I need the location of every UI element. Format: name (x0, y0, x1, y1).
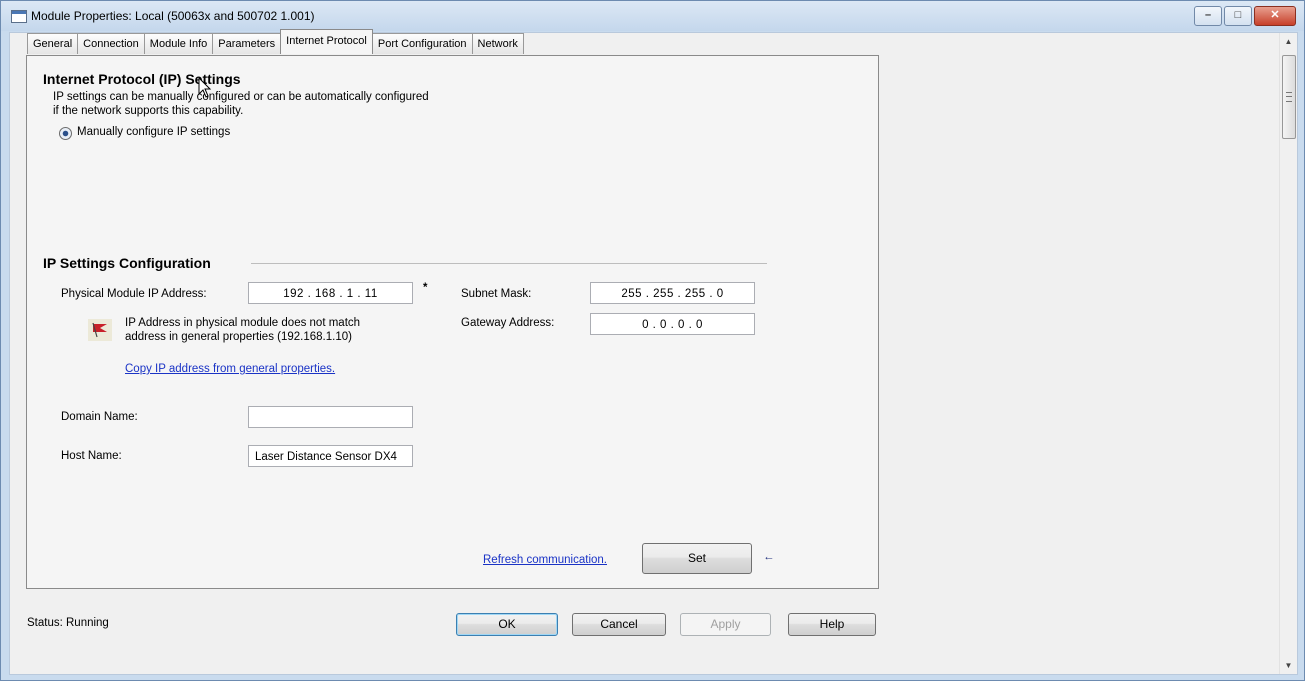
subnet-mask-label: Subnet Mask: (461, 288, 532, 300)
ip-settings-description-2: if the network supports this capability. (53, 105, 244, 117)
status-text: Status: Running (27, 617, 109, 629)
host-name-label: Host Name: (61, 450, 122, 462)
copy-ip-link[interactable]: Copy IP address from general properties. (125, 363, 335, 375)
window-icon (11, 10, 27, 23)
mouse-cursor-icon (198, 77, 212, 98)
tab-connection[interactable]: Connection (77, 33, 145, 54)
host-name-field[interactable]: Laser Distance Sensor DX4 (248, 445, 413, 467)
tab-internet-protocol[interactable]: Internet Protocol (280, 29, 373, 54)
physical-ip-label: Physical Module IP Address: (61, 288, 207, 300)
module-properties-window: Module Properties: Local (50063x and 500… (0, 0, 1305, 681)
gateway-field[interactable]: 0 . 0 . 0 . 0 (590, 313, 755, 335)
title-bar[interactable]: Module Properties: Local (50063x and 500… (1, 1, 1304, 31)
tab-port-configuration[interactable]: Port Configuration (371, 33, 473, 54)
maximize-icon: □ (1234, 9, 1242, 21)
cancel-button[interactable]: Cancel (572, 613, 666, 636)
manual-config-radio[interactable] (59, 127, 72, 140)
tab-network[interactable]: Network (471, 33, 524, 54)
scroll-up-icon[interactable]: ▲ (1280, 33, 1297, 50)
gateway-label: Gateway Address: (461, 317, 555, 329)
vertical-scrollbar[interactable]: ▲ ▼ (1279, 33, 1297, 674)
scroll-down-icon[interactable]: ▼ (1280, 657, 1297, 674)
close-icon: ✕ (1270, 9, 1280, 21)
maximize-button[interactable]: □ (1224, 6, 1252, 26)
domain-name-label: Domain Name: (61, 411, 138, 423)
window-title: Module Properties: Local (50063x and 500… (31, 9, 315, 23)
section-divider (251, 263, 767, 264)
manual-config-label[interactable]: Manually configure IP settings (77, 126, 230, 138)
grip-icon (1286, 92, 1292, 102)
physical-ip-marker: * (423, 282, 428, 294)
close-button[interactable]: ✕ (1254, 6, 1296, 26)
tab-general[interactable]: General (27, 33, 79, 54)
help-button[interactable]: Help (788, 613, 876, 636)
ok-button[interactable]: OK (456, 613, 558, 636)
tab-strip: General Connection Module Info Parameter… (27, 29, 524, 54)
minimize-button[interactable]: – (1194, 6, 1222, 26)
apply-button[interactable]: Apply (680, 613, 771, 636)
tab-module-info[interactable]: Module Info (143, 33, 214, 54)
scrollbar-thumb[interactable] (1282, 55, 1296, 139)
set-button[interactable]: Set (642, 543, 752, 574)
physical-ip-field[interactable]: 192 . 168 . 1 . 11 (248, 282, 413, 304)
tab-parameters[interactable]: Parameters (212, 33, 282, 54)
subnet-mask-field[interactable]: 255 . 255 . 255 . 0 (590, 282, 755, 304)
arrow-left-icon: ← (763, 551, 775, 563)
warning-flag-icon (88, 319, 112, 341)
ip-config-heading: IP Settings Configuration (43, 255, 211, 271)
warning-text-2: address in general properties (192.168.1… (125, 331, 352, 343)
domain-name-field[interactable] (248, 406, 413, 428)
minimize-icon: – (1204, 9, 1212, 21)
ip-settings-description-1: IP settings can be manually configured o… (53, 91, 429, 103)
warning-text-1: IP Address in physical module does not m… (125, 317, 361, 329)
refresh-communication-link[interactable]: Refresh communication. (483, 554, 607, 566)
